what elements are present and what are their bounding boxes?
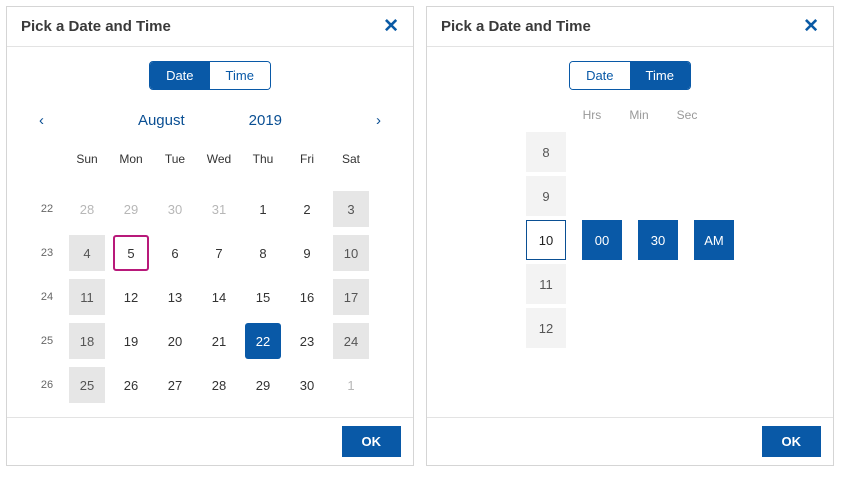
time-picker-panel: Pick a Date and Time ✕ Date Time Hrs Min… xyxy=(426,6,834,466)
day-cell[interactable]: 28 xyxy=(201,367,237,403)
day-cell[interactable]: 14 xyxy=(201,279,237,315)
day-cell[interactable]: 22 xyxy=(245,323,281,359)
panel-body: Date Time ‹ August 2019 › SunMonTueWedTh… xyxy=(7,47,413,417)
week-number: 25 xyxy=(41,335,53,347)
minute-value[interactable]: 00 xyxy=(582,220,622,260)
day-cell[interactable]: 1 xyxy=(245,191,281,227)
ampm-column[interactable]: AM xyxy=(694,132,734,348)
year-label[interactable]: 2019 xyxy=(249,112,282,129)
hour-value[interactable]: 10 xyxy=(526,220,566,260)
hour-value[interactable]: 12 xyxy=(526,308,566,348)
toggle-date[interactable]: Date xyxy=(150,62,209,89)
toggle-date[interactable]: Date xyxy=(570,62,629,89)
day-cell[interactable]: 29 xyxy=(113,191,149,227)
date-picker-panel: Pick a Date and Time ✕ Date Time ‹ Augus… xyxy=(6,6,414,466)
day-cell[interactable]: 5 xyxy=(113,235,149,271)
panel-title: Pick a Date and Time xyxy=(441,18,591,35)
minutes-column[interactable]: 00 xyxy=(582,132,622,348)
day-cell[interactable]: 13 xyxy=(157,279,193,315)
prev-month-icon[interactable]: ‹ xyxy=(33,108,50,133)
hours-label: Hrs xyxy=(583,108,602,122)
day-cell[interactable]: 18 xyxy=(69,323,105,359)
hours-column[interactable]: 89101112 xyxy=(526,132,566,348)
week-number: 22 xyxy=(41,203,53,215)
panel-footer: OK xyxy=(7,417,413,465)
day-cell[interactable]: 12 xyxy=(113,279,149,315)
day-cell[interactable]: 2 xyxy=(289,191,325,227)
day-cell[interactable]: 29 xyxy=(245,367,281,403)
time-columns: 89101112 00 30 AM xyxy=(449,132,811,348)
date-time-toggle: Date Time xyxy=(569,61,691,90)
day-cell[interactable]: 24 xyxy=(333,323,369,359)
month-navigation: ‹ August 2019 › xyxy=(29,106,391,143)
minutes-label: Min xyxy=(629,108,648,122)
day-cell[interactable]: 6 xyxy=(157,235,193,271)
ampm-value[interactable]: AM xyxy=(694,220,734,260)
day-cell[interactable]: 10 xyxy=(333,235,369,271)
dow-header: Wed xyxy=(207,152,231,178)
day-cell[interactable]: 28 xyxy=(69,191,105,227)
hour-value[interactable]: 8 xyxy=(526,132,566,172)
toggle-time[interactable]: Time xyxy=(630,62,690,89)
toggle-time[interactable]: Time xyxy=(210,62,270,89)
ok-button[interactable]: OK xyxy=(762,426,822,457)
hour-value[interactable]: 11 xyxy=(526,264,566,304)
dow-header: Tue xyxy=(165,152,185,178)
close-icon[interactable]: ✕ xyxy=(383,17,399,36)
week-number: 23 xyxy=(41,247,53,259)
day-cell[interactable]: 8 xyxy=(245,235,281,271)
day-cell[interactable]: 23 xyxy=(289,323,325,359)
dow-header: Fri xyxy=(300,152,314,178)
date-time-toggle: Date Time xyxy=(149,61,271,90)
day-cell[interactable]: 27 xyxy=(157,367,193,403)
day-cell[interactable]: 17 xyxy=(333,279,369,315)
month-label[interactable]: August xyxy=(138,112,185,129)
day-cell[interactable]: 25 xyxy=(69,367,105,403)
day-cell[interactable]: 3 xyxy=(333,191,369,227)
time-column-labels: Hrs Min Sec xyxy=(469,108,811,122)
day-cell[interactable]: 19 xyxy=(113,323,149,359)
calendar-grid: SunMonTueWedThuFriSat2228293031123234567… xyxy=(29,143,391,407)
day-cell[interactable]: 11 xyxy=(69,279,105,315)
day-cell[interactable]: 9 xyxy=(289,235,325,271)
dow-header: Sun xyxy=(76,152,97,178)
day-cell[interactable]: 26 xyxy=(113,367,149,403)
day-cell[interactable]: 4 xyxy=(69,235,105,271)
day-cell[interactable]: 31 xyxy=(201,191,237,227)
seconds-label: Sec xyxy=(677,108,698,122)
panel-body: Date Time Hrs Min Sec 89101112 00 30 xyxy=(427,47,833,417)
day-cell[interactable]: 1 xyxy=(333,367,369,403)
day-cell[interactable]: 15 xyxy=(245,279,281,315)
dow-header: Thu xyxy=(253,152,274,178)
ok-button[interactable]: OK xyxy=(342,426,402,457)
panel-header: Pick a Date and Time ✕ xyxy=(427,7,833,47)
day-cell[interactable]: 20 xyxy=(157,323,193,359)
hour-value[interactable]: 9 xyxy=(526,176,566,216)
close-icon[interactable]: ✕ xyxy=(803,17,819,36)
next-month-icon[interactable]: › xyxy=(370,108,387,133)
dow-header: Mon xyxy=(119,152,142,178)
day-cell[interactable]: 30 xyxy=(289,367,325,403)
seconds-column[interactable]: 30 xyxy=(638,132,678,348)
panel-title: Pick a Date and Time xyxy=(21,18,171,35)
panel-header: Pick a Date and Time ✕ xyxy=(7,7,413,47)
day-cell[interactable]: 30 xyxy=(157,191,193,227)
day-cell[interactable]: 21 xyxy=(201,323,237,359)
panel-footer: OK xyxy=(427,417,833,465)
day-cell[interactable]: 7 xyxy=(201,235,237,271)
week-number: 26 xyxy=(41,379,53,391)
second-value[interactable]: 30 xyxy=(638,220,678,260)
week-number: 24 xyxy=(41,291,53,303)
dow-header: Sat xyxy=(342,152,360,178)
day-cell[interactable]: 16 xyxy=(289,279,325,315)
